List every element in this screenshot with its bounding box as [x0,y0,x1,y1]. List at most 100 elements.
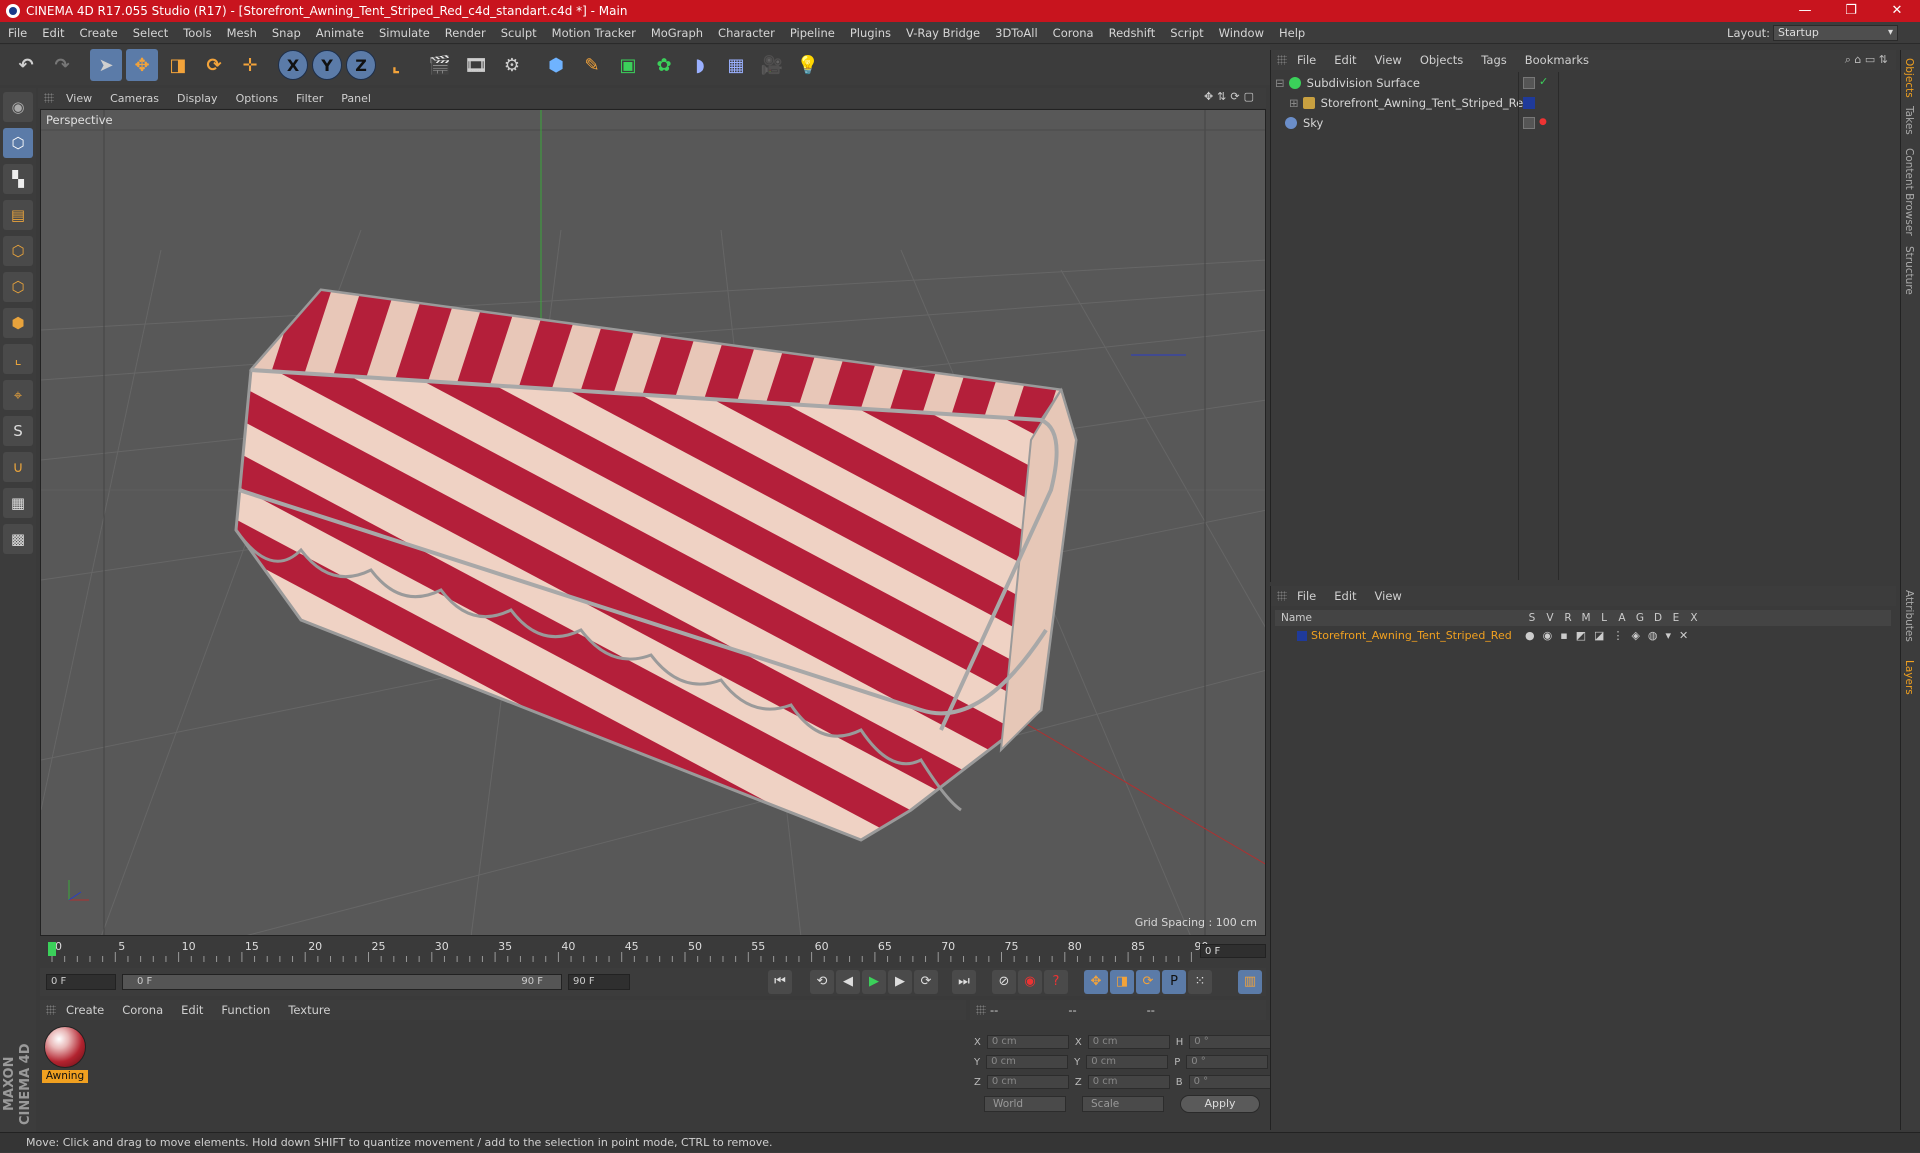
menu-tools[interactable]: Tools [183,26,211,40]
objects-menu-bookmarks[interactable]: Bookmarks [1525,53,1589,67]
mograph-cloner-icon[interactable]: ✿ [648,49,680,81]
layer-col-render[interactable]: R [1559,610,1577,626]
viewport-menu-filter[interactable]: Filter [296,92,323,105]
go-to-start-icon[interactable]: ⏮ [768,970,792,994]
layer-col-locked[interactable]: L [1595,610,1613,626]
key-pla-icon[interactable]: ⁙ [1188,970,1212,994]
rotation-p-field[interactable]: 0 ° [1186,1055,1269,1069]
position-y-field[interactable]: 0 cm [986,1055,1069,1069]
light-icon[interactable]: 💡 [792,49,824,81]
timeline-window-icon[interactable]: ▥ [1238,970,1262,994]
material-menu-function[interactable]: Function [221,1003,270,1017]
current-frame-field[interactable]: 0 F [1200,944,1266,958]
visibility-dot-icon[interactable]: ● [1539,117,1547,127]
rotation-b-field[interactable]: 0 ° [1188,1075,1271,1089]
layers-menu-edit[interactable]: Edit [1334,589,1356,603]
magnet-icon[interactable]: ∪ [3,452,33,482]
texture-mode-icon[interactable]: ▚ [3,164,33,194]
key-param-icon[interactable]: P [1162,970,1186,994]
menu-pipeline[interactable]: Pipeline [790,26,835,40]
layer-color-icon[interactable] [1523,97,1535,109]
material-menu-create[interactable]: Create [66,1003,104,1017]
key-rotation-icon[interactable]: ⟳ [1136,970,1160,994]
deformer-icon[interactable]: ◗ [684,49,716,81]
layer-col-expressions[interactable]: E [1667,610,1685,626]
axis-mode-icon[interactable]: ⌞ [3,344,33,374]
workplane-icon[interactable]: ▤ [3,200,33,230]
panel-grip-icon[interactable] [1277,591,1287,601]
layer-col-deformers[interactable]: D [1649,610,1667,626]
minimize-button[interactable]: — [1782,0,1828,22]
menu-character[interactable]: Character [718,26,775,40]
layer-col-xref[interactable]: X [1685,610,1703,626]
objects-menu-view[interactable]: View [1375,53,1402,67]
layer-col-solo[interactable]: S [1523,610,1541,626]
play-icon[interactable]: ▶ [862,970,886,994]
material-menu-texture[interactable]: Texture [288,1003,330,1017]
floor-icon[interactable]: ▦ [720,49,752,81]
panel-grip-icon[interactable] [46,1005,56,1015]
3d-viewport[interactable]: Perspective Grid Spacing : 100 cm [40,109,1266,936]
x-axis-icon[interactable]: X [278,50,308,80]
menu-mograph[interactable]: MoGraph [651,26,703,40]
go-to-end-icon[interactable]: ⏭ [952,970,976,994]
layer-color-icon[interactable] [1523,117,1535,129]
y-axis-icon[interactable]: Y [312,50,342,80]
menu-vray-bridge[interactable]: V-Ray Bridge [906,26,980,40]
menu-edit[interactable]: Edit [42,26,64,40]
key-position-icon[interactable]: ✥ [1084,970,1108,994]
redo-icon[interactable]: ↷ [46,49,78,81]
coordinate-system-icon[interactable]: ⌞ [380,49,412,81]
menu-simulate[interactable]: Simulate [379,26,430,40]
timeline-ruler[interactable]: 051015202530354045505560657075808590 [40,938,1266,964]
next-key-icon[interactable]: ⟳ [914,970,938,994]
viewport-menu-options[interactable]: Options [236,92,278,105]
tab-content-browser[interactable]: Content Browser [1903,148,1915,236]
grid-snap-icon[interactable]: ▩ [3,524,33,554]
workplane-lock-icon[interactable]: ▦ [3,488,33,518]
layer-row[interactable]: Storefront_Awning_Tent_Striped_Red ●◉▪◩◪… [1275,628,1891,644]
select-arrow-icon[interactable]: ➤ [90,49,122,81]
render-view-icon[interactable]: 🎬 [424,49,456,81]
close-button[interactable]: ✕ [1874,0,1920,22]
viewport-menu-cameras[interactable]: Cameras [110,92,159,105]
position-z-field[interactable]: 0 cm [986,1075,1069,1089]
transform-icon[interactable]: ✛ [234,49,266,81]
material-menu-edit[interactable]: Edit [181,1003,203,1017]
make-editable-icon[interactable]: ◉ [3,92,33,122]
menu-script[interactable]: Script [1170,26,1203,40]
rotate-icon[interactable]: ⟳ [198,49,230,81]
position-x-field[interactable]: 0 cm [986,1035,1069,1049]
polygons-mode-icon[interactable]: ⬢ [3,308,33,338]
keyframe-help-icon[interactable]: ? [1044,970,1068,994]
viewport-nav-icons[interactable]: ✥⇅⟳▢ [1204,90,1258,103]
key-scale-icon[interactable]: ◨ [1110,970,1134,994]
layout-select[interactable]: Startup [1773,25,1898,41]
tab-attributes[interactable]: Attributes [1903,590,1915,642]
menu-plugins[interactable]: Plugins [850,26,891,40]
start-frame-field[interactable]: 0 F [46,974,116,990]
edges-mode-icon[interactable]: ⬡ [3,272,33,302]
object-row[interactable]: Sky [1285,114,1323,132]
size-y-field[interactable]: 0 cm [1086,1055,1169,1069]
tab-layers[interactable]: Layers [1903,660,1915,695]
menu-window[interactable]: Window [1219,26,1264,40]
render-settings-icon[interactable]: ⚙ [496,49,528,81]
menu-help[interactable]: Help [1279,26,1305,40]
menu-mesh[interactable]: Mesh [227,26,257,40]
menu-sculpt[interactable]: Sculpt [501,26,537,40]
menu-snap[interactable]: Snap [272,26,301,40]
layer-col-manager[interactable]: M [1577,610,1595,626]
viewport-menu-display[interactable]: Display [177,92,218,105]
layer-color-icon[interactable] [1523,77,1535,89]
rotation-h-field[interactable]: 0 ° [1189,1035,1272,1049]
panel-grip-icon[interactable] [44,93,54,103]
previous-key-icon[interactable]: ⟲ [810,970,834,994]
menu-redshift[interactable]: Redshift [1109,26,1156,40]
tab-objects[interactable]: Objects [1903,58,1915,98]
layer-toggle-icons[interactable]: ●◉▪◩◪⋮◈◍▾✕ [1525,628,1696,644]
tab-takes[interactable]: Takes [1903,106,1915,135]
previous-frame-icon[interactable]: ◀ [836,970,860,994]
panel-grip-icon[interactable] [1277,55,1287,65]
viewport-menu-panel[interactable]: Panel [341,92,371,105]
